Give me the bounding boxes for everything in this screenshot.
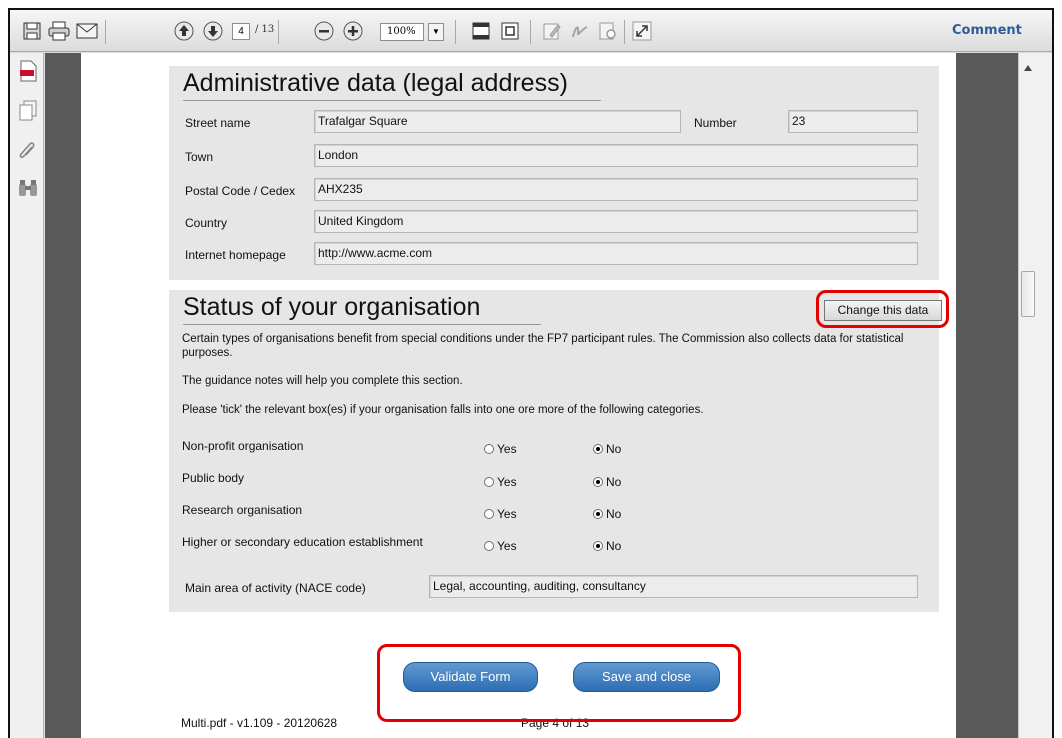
document-background-left xyxy=(45,53,81,738)
save-and-close-button[interactable]: Save and close xyxy=(573,662,720,692)
postal-code-label: Postal Code / Cedex xyxy=(185,184,296,198)
public-body-no-radio[interactable]: No xyxy=(593,475,621,489)
internet-homepage-label: Internet homepage xyxy=(185,248,286,262)
next-page-icon[interactable] xyxy=(203,21,223,41)
edit-icon[interactable] xyxy=(542,21,562,41)
change-data-highlight xyxy=(816,290,949,328)
administrative-data-title: Administrative data (legal address) xyxy=(183,69,568,97)
number-label: Number xyxy=(694,116,737,130)
education-yes-radio[interactable]: Yes xyxy=(484,539,517,553)
street-name-field[interactable]: Trafalgar Square xyxy=(314,110,681,133)
country-field[interactable]: United Kingdom xyxy=(314,210,918,233)
radio-on-icon xyxy=(593,541,603,551)
fit-page-icon[interactable] xyxy=(500,21,520,41)
tick-instruction: Please 'tick' the relevant box(es) if yo… xyxy=(182,404,704,416)
binoculars-icon[interactable] xyxy=(17,179,39,204)
public-body-yes-radio[interactable]: Yes xyxy=(484,475,517,489)
document-background-right xyxy=(956,53,1018,738)
toolbar: 4 / 13 100% ▼ Comment xyxy=(10,10,1052,52)
postal-code-field[interactable]: AHX235 xyxy=(314,178,918,201)
comment-button[interactable]: Comment xyxy=(952,23,1022,38)
save-icon[interactable] xyxy=(22,21,42,41)
organisation-status-title: Status of your organisation xyxy=(183,293,481,321)
radio-off-icon xyxy=(484,444,494,454)
town-field[interactable]: London xyxy=(314,144,918,167)
radio-on-icon xyxy=(593,444,603,454)
zoom-out-icon[interactable] xyxy=(314,21,334,41)
zoom-level-input[interactable]: 100% xyxy=(380,23,424,41)
page-number-input[interactable]: 4 xyxy=(232,23,250,40)
radio-off-icon xyxy=(484,541,494,551)
print-icon[interactable] xyxy=(48,21,70,41)
country-label: Country xyxy=(185,216,228,230)
validate-form-button[interactable]: Validate Form xyxy=(403,662,538,692)
internet-homepage-field[interactable]: http://www.acme.com xyxy=(314,242,918,265)
radio-off-icon xyxy=(484,477,494,487)
fit-width-icon[interactable] xyxy=(471,21,491,41)
town-label: Town xyxy=(185,150,214,164)
nace-code-label: Main area of activity (NACE code) xyxy=(185,581,366,595)
attachment-icon[interactable] xyxy=(18,141,38,168)
pages-icon[interactable] xyxy=(18,100,38,127)
radio-on-icon xyxy=(593,509,603,519)
fullscreen-icon[interactable] xyxy=(632,21,652,41)
number-field[interactable]: 23 xyxy=(788,110,918,133)
non-profit-no-radio[interactable]: No xyxy=(593,442,621,456)
pdf-file-icon[interactable] xyxy=(18,60,38,87)
education-no-radio[interactable]: No xyxy=(593,539,621,553)
vertical-scrollbar[interactable] xyxy=(1018,53,1052,738)
nace-code-field[interactable]: Legal, accounting, auditing, consultancy xyxy=(429,575,918,598)
guidance-note: The guidance notes will help you complet… xyxy=(182,375,463,387)
document-search-icon[interactable] xyxy=(598,21,618,41)
pdf-viewer-window: 4 / 13 100% ▼ Comment Administrative dat… xyxy=(8,8,1054,738)
scroll-up-arrow-icon[interactable] xyxy=(1024,58,1032,76)
street-name-label: Street name xyxy=(185,116,251,130)
research-org-label: Research organisation xyxy=(182,503,303,517)
sign-icon[interactable] xyxy=(570,21,590,41)
status-description: Certain types of organisations benefit f… xyxy=(182,333,904,359)
zoom-dropdown-icon[interactable]: ▼ xyxy=(428,23,444,41)
status-title-underline xyxy=(183,324,541,325)
research-org-no-radio[interactable]: No xyxy=(593,507,621,521)
non-profit-label: Non-profit organisation xyxy=(182,439,304,453)
radio-on-icon xyxy=(593,477,603,487)
page-total: / 13 xyxy=(255,24,275,35)
pdf-page: Administrative data (legal address) Stre… xyxy=(81,53,956,738)
file-version-footer: Multi.pdf - v1.109 - 20120628 xyxy=(181,716,338,730)
education-label: Higher or secondary education establishm… xyxy=(182,535,423,549)
zoom-in-icon[interactable] xyxy=(343,21,363,41)
email-icon[interactable] xyxy=(76,22,98,40)
scrollbar-thumb[interactable] xyxy=(1021,271,1035,317)
research-org-yes-radio[interactable]: Yes xyxy=(484,507,517,521)
title-underline xyxy=(183,100,601,101)
previous-page-icon[interactable] xyxy=(174,21,194,41)
radio-off-icon xyxy=(484,509,494,519)
non-profit-yes-radio[interactable]: Yes xyxy=(484,442,517,456)
public-body-label: Public body xyxy=(182,471,245,485)
